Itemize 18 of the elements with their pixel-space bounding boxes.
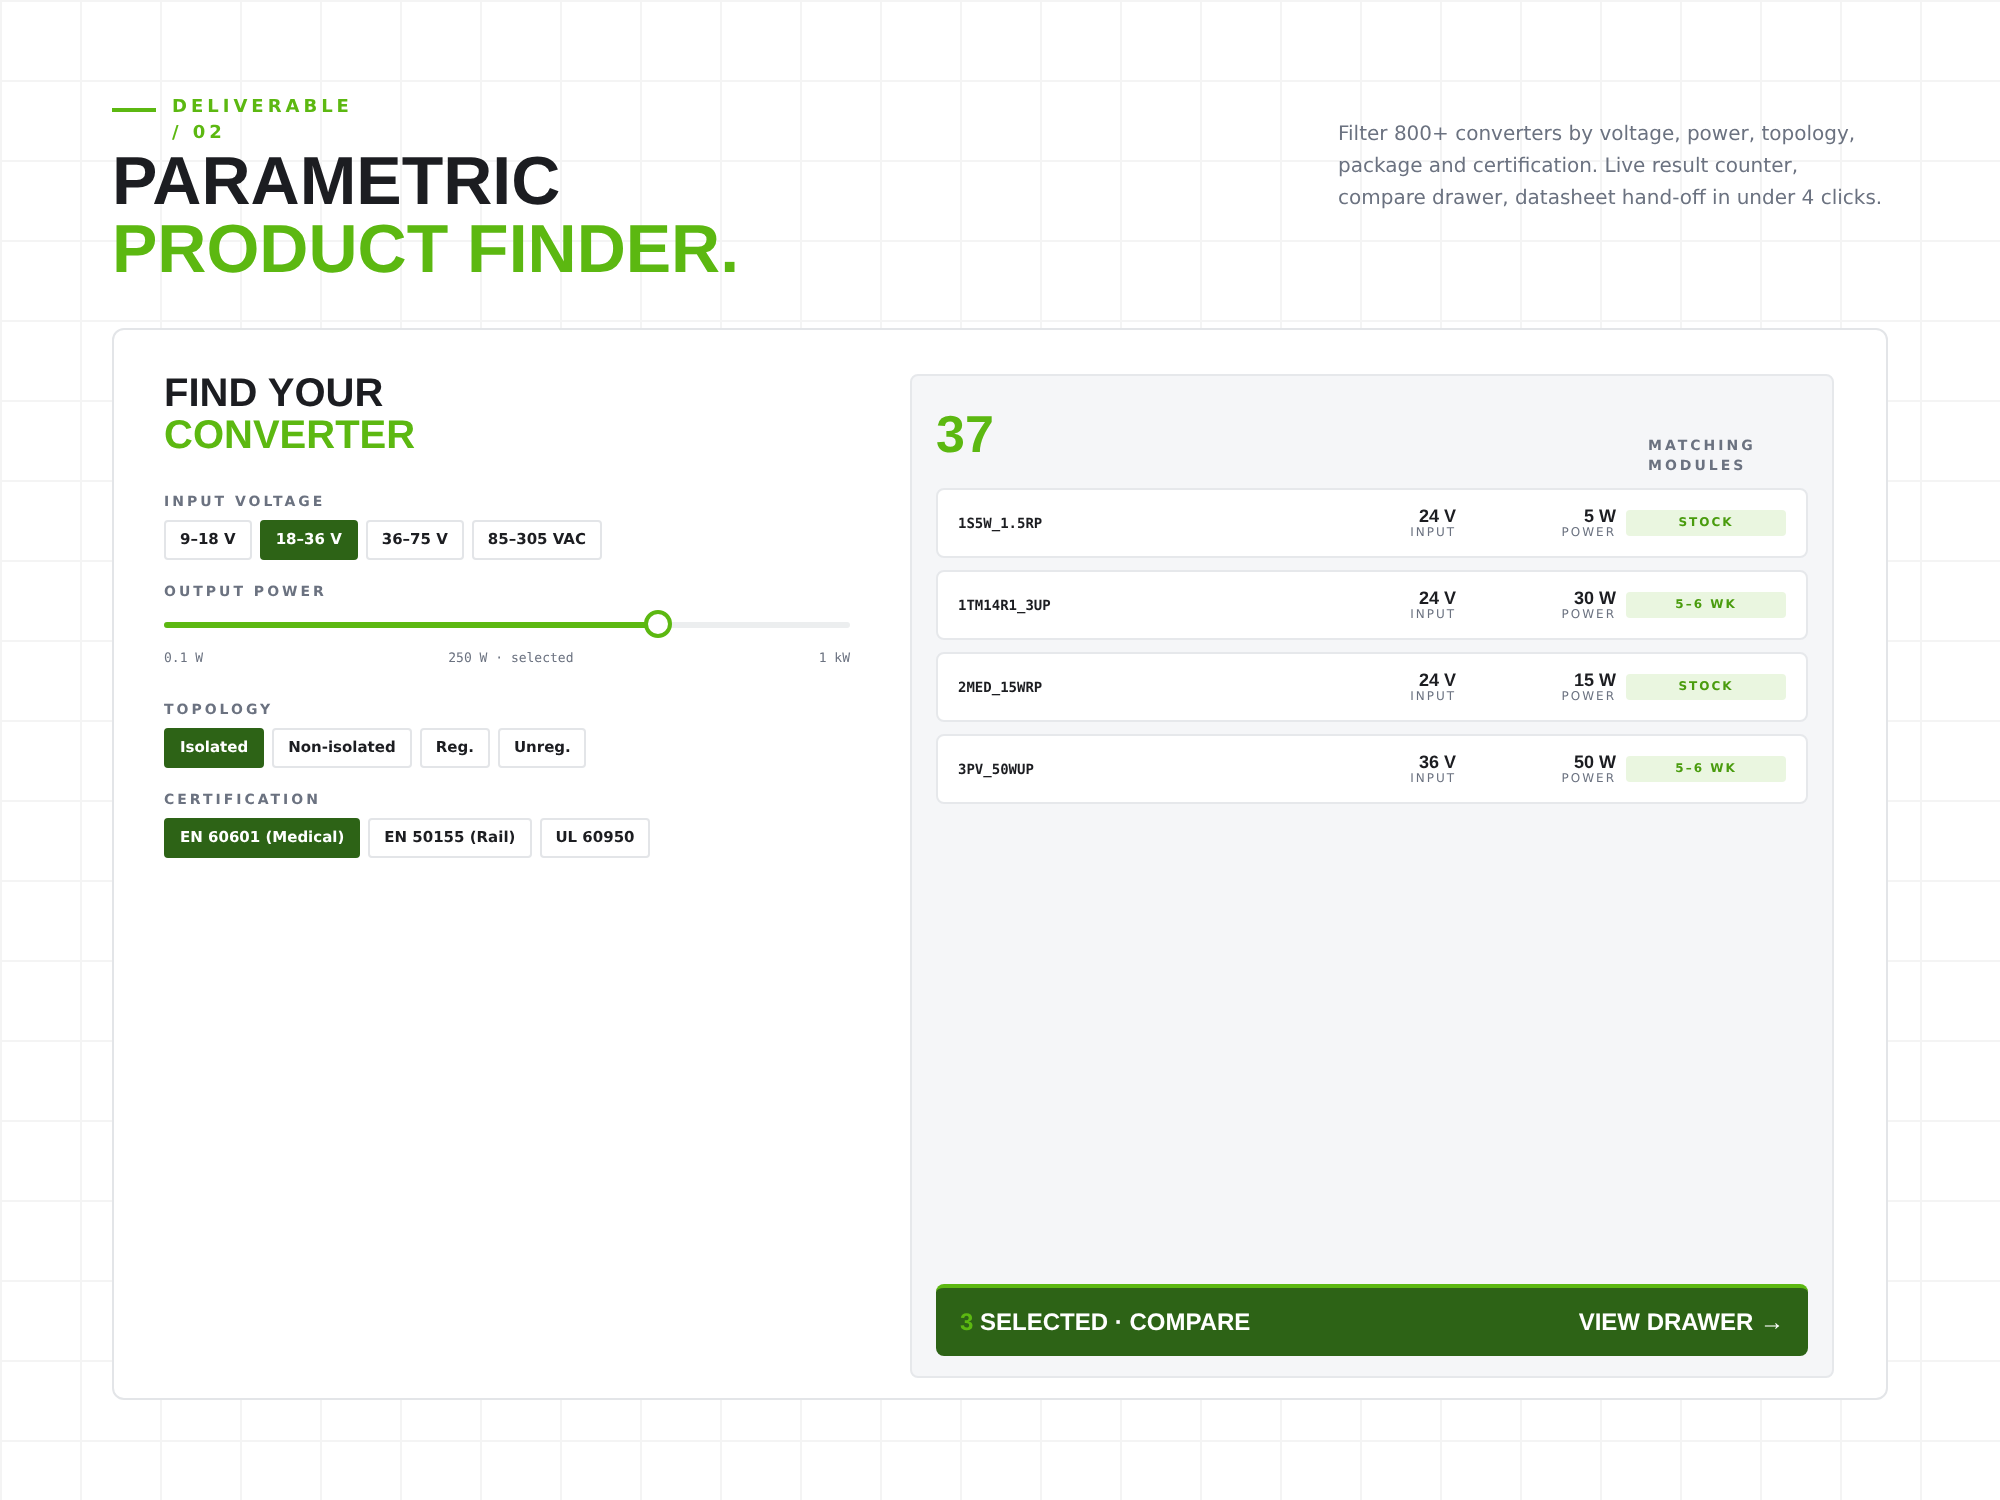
eyebrow-label: DELIVERABLE / 02 (172, 96, 355, 148)
power-value: 15 W (1573, 670, 1616, 690)
power-slider[interactable] (164, 610, 850, 638)
power-value: 5 W (1583, 506, 1616, 526)
finder-title: FIND YOUR (164, 374, 386, 416)
input-value: 24 V (1418, 588, 1456, 608)
input-value: 36 V (1418, 752, 1456, 772)
power-value: 30 W (1573, 588, 1616, 608)
input-value: 24 V (1418, 670, 1456, 690)
input-value: 24 V (1418, 506, 1456, 526)
result-count: 37 (936, 404, 994, 466)
compare-drawer-bar[interactable]: 3 SELECTED · COMPARE VIEW DRAWER → (936, 1284, 1808, 1356)
description: Filter 800+ converters by voltage, power, topology, package and certification. Live result counter, compare drawer, datasheet hand-off in under 4 clicks. (1338, 122, 1885, 214)
slider-thumb[interactable] (643, 610, 672, 638)
finder-title: CONVERTER (164, 416, 418, 458)
power-value: 50 W (1573, 752, 1616, 772)
page-title: PARAMETRIC (112, 148, 563, 216)
page-title: PRODUCT FINDER. (112, 216, 740, 284)
